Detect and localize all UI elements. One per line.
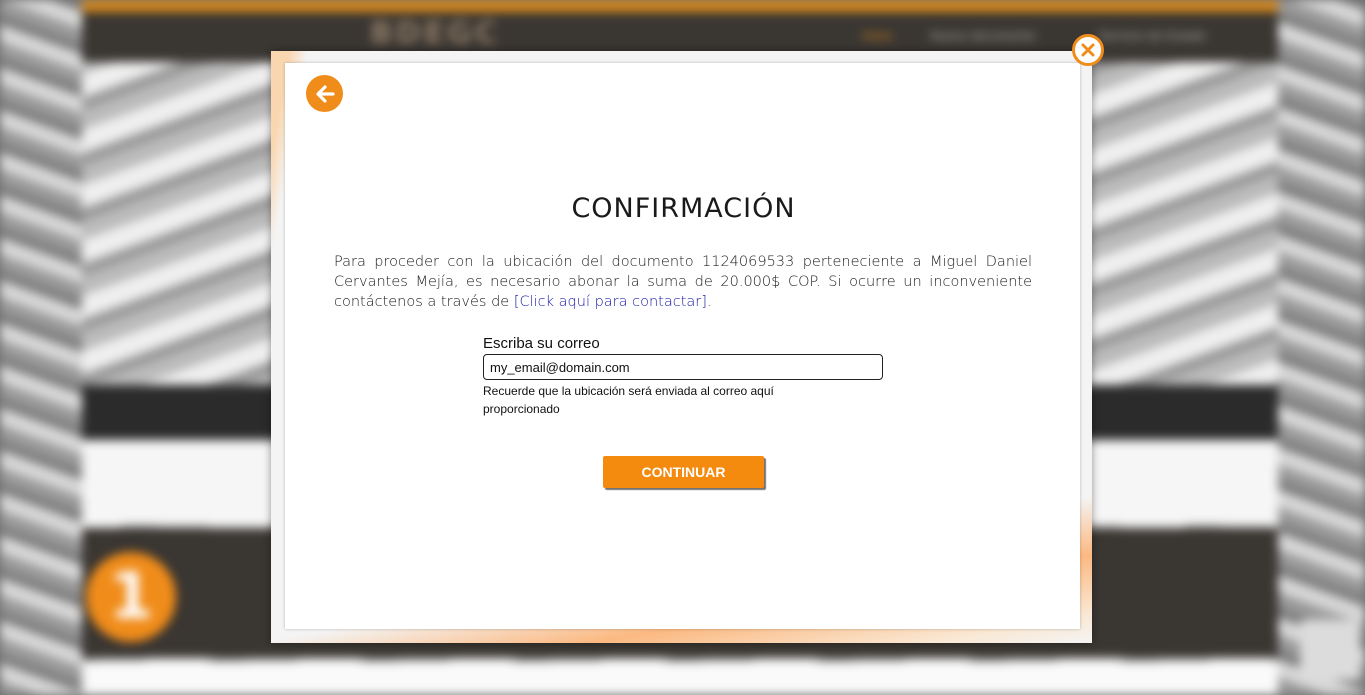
bottom-section (82, 662, 1278, 695)
close-modal-button[interactable] (1072, 34, 1104, 66)
contact-link[interactable]: [Click aquí para contactar] (514, 294, 707, 310)
top-accent-bar (82, 0, 1278, 12)
modal-content-panel (285, 63, 1080, 629)
nav-link-status: Servicio de Estado (1098, 28, 1207, 43)
email-hint: Recuerde que la ubicación será enviada a… (483, 384, 774, 416)
continue-button[interactable]: CONTINUAR (603, 456, 764, 488)
site-logo: BDEGC (370, 16, 500, 51)
modal-title: CONFIRMACIÓN (571, 193, 796, 224)
confirmation-paragraph: Para proceder con la ubicación del docum… (334, 252, 1032, 312)
paragraph-end: . (706, 294, 712, 310)
confirmation-modal (271, 51, 1092, 643)
email-label: Escriba su correo (483, 335, 600, 352)
nav-link-home: Inicio (862, 28, 893, 43)
nav-link-new-document: Nuevo documento (930, 28, 1036, 43)
recaptcha-badge (1300, 620, 1360, 680)
close-icon (1081, 43, 1095, 57)
arrow-left-icon (315, 84, 335, 103)
back-button[interactable] (306, 75, 343, 112)
email-input[interactable] (483, 354, 883, 380)
step-number-badge: 1 (86, 552, 176, 642)
